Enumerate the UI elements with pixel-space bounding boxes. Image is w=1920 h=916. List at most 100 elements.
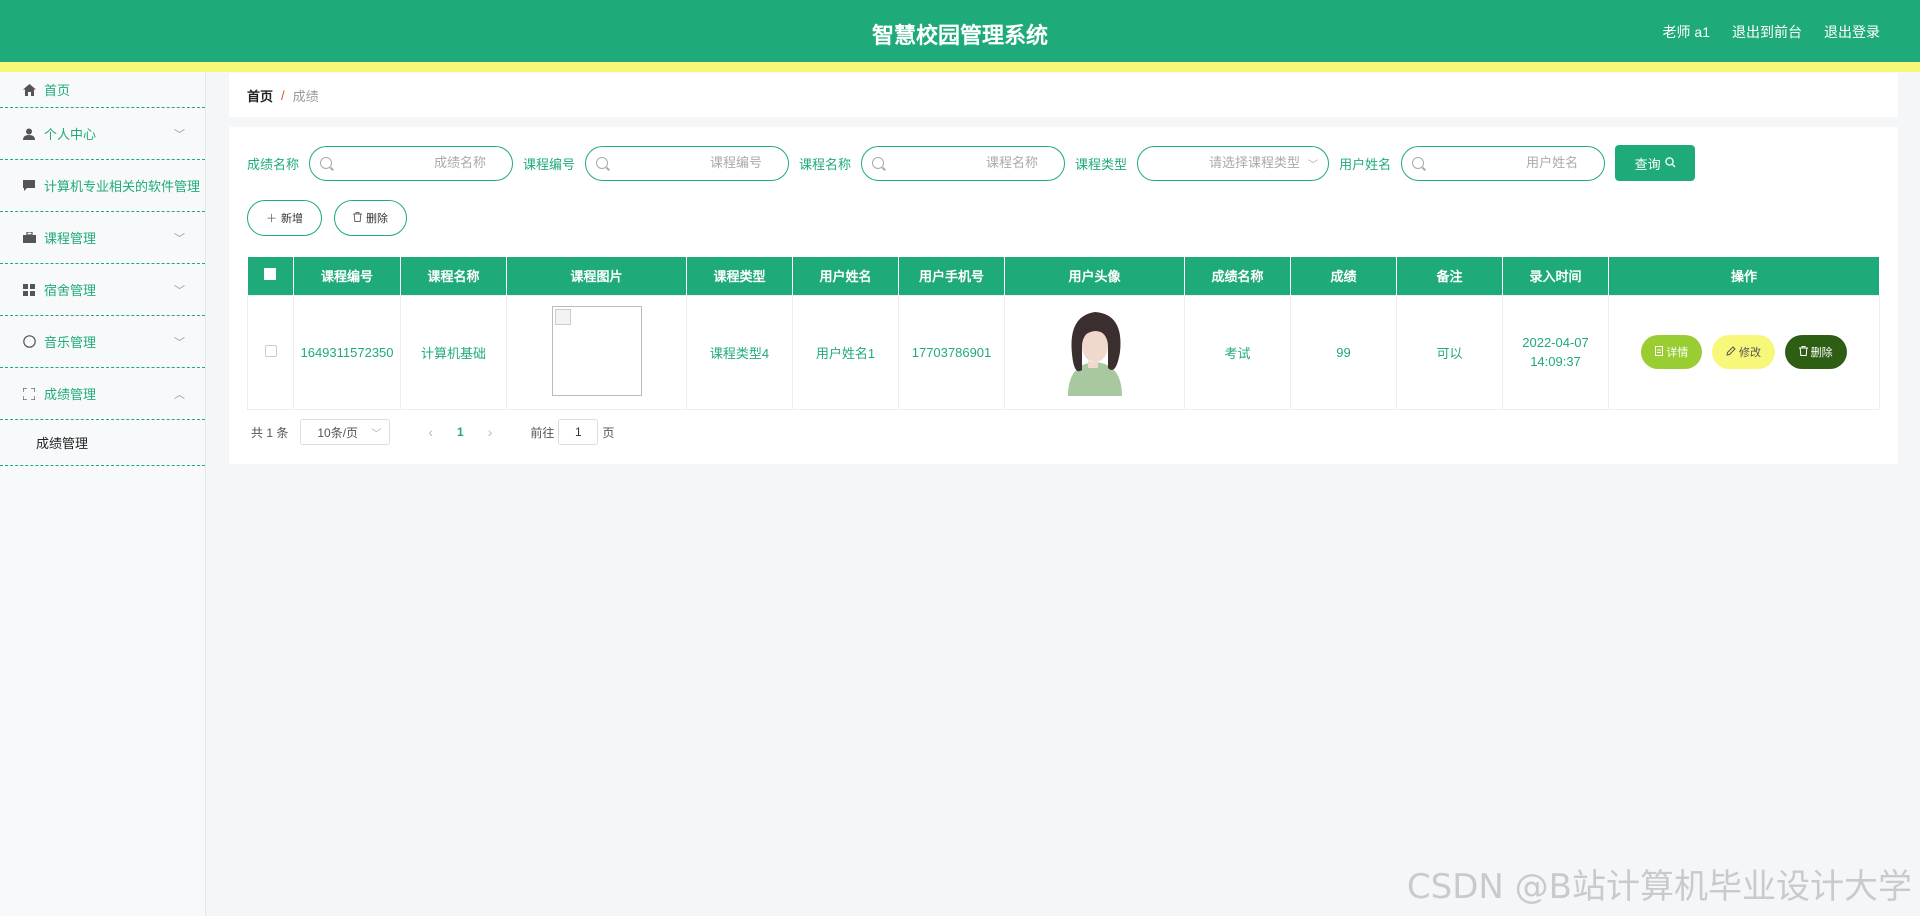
time-cell: 2022-04-07 14:09:37: [1502, 294, 1609, 410]
score-name-field[interactable]: [309, 145, 514, 181]
breadcrumb: 首页 / 成绩: [229, 73, 1898, 117]
sidebar-subitem-score-manage[interactable]: 成绩管理: [0, 420, 205, 466]
select-all-header[interactable]: [247, 257, 294, 295]
course-name-label: 课程名称: [799, 156, 852, 172]
watermark: CSDN @B站计算机毕业设计大学: [1406, 867, 1912, 907]
row-checkbox[interactable]: [264, 344, 277, 357]
sidebar-item-label: 成绩管理: [44, 387, 97, 402]
current-user-label: 老师 a1: [1662, 24, 1710, 40]
table-header: 课程图片: [506, 257, 687, 295]
top-header: 智慧校园管理系统 老师 a1 退出到前台 退出登录: [0, 0, 1920, 62]
search-icon: [872, 157, 885, 169]
prev-page-icon[interactable]: ‹: [428, 424, 433, 440]
detail-button[interactable]: 详情: [1641, 335, 1703, 369]
sidebar-item-course[interactable]: 课程管理 ﹀: [0, 212, 205, 264]
batch-delete-button[interactable]: 删除: [334, 200, 407, 236]
home-icon: [22, 83, 36, 97]
briefcase-icon: [22, 231, 36, 245]
course-name-cell: 计算机基础: [400, 294, 507, 410]
grid-icon: [22, 283, 36, 297]
score-name-label: 成绩名称: [247, 156, 300, 172]
goto-page-input[interactable]: [558, 419, 599, 445]
user-name-cell: 用户姓名1: [792, 294, 899, 410]
table-header: 用户头像: [1004, 257, 1185, 295]
score-table: 课程编号 课程名称 课程图片 课程类型 用户姓名 用户手机号 用户头像 成绩名称…: [247, 257, 1880, 410]
total-count: 共 1 条: [251, 425, 289, 440]
course-code-cell: 1649311572350: [293, 294, 401, 410]
select-all-checkbox[interactable]: [264, 268, 277, 281]
add-label: 新增: [281, 213, 303, 225]
sidebar: 首页 个人中心 ﹀ 计算机专业相关的软件管理 课程管理 ﹀ 宿舍管理 ﹀ 音乐管…: [0, 72, 206, 916]
table-header: 操作: [1608, 257, 1880, 295]
sidebar-item-label: 首页: [44, 83, 71, 98]
main-panel: 成绩名称 课程编号 课程名称 课程类型 ﹀ 用户姓名 查询: [229, 127, 1898, 464]
add-button[interactable]: ＋ 新增: [247, 200, 322, 236]
chevron-down-icon: ﹀: [174, 232, 185, 245]
score-name-cell: 考试: [1184, 294, 1291, 410]
sidebar-item-music[interactable]: 音乐管理 ﹀: [0, 316, 205, 368]
row-select-cell[interactable]: [247, 294, 294, 410]
row-delete-button[interactable]: 删除: [1784, 335, 1847, 369]
chevron-down-icon: ﹀: [371, 428, 382, 440]
query-label: 查询: [1634, 156, 1661, 172]
query-button[interactable]: 查询: [1615, 145, 1696, 181]
user-name-field[interactable]: [1401, 145, 1606, 181]
avatar-cell: [1004, 294, 1185, 410]
user-name-input[interactable]: [1468, 154, 1579, 170]
edit-button[interactable]: 修改: [1712, 335, 1775, 369]
breadcrumb-home[interactable]: 首页: [247, 86, 273, 105]
detail-label: 详情: [1666, 347, 1689, 359]
goto-label: 前往: [530, 425, 555, 440]
next-page-icon[interactable]: ›: [488, 424, 493, 440]
sidebar-item-label: 音乐管理: [44, 335, 97, 350]
table-header: 录入时间: [1502, 257, 1609, 295]
search-icon: [596, 157, 609, 169]
sidebar-item-label: 计算机专业相关的软件管理: [44, 179, 201, 194]
table-header: 课程名称: [400, 257, 507, 295]
logout-link[interactable]: 退出登录: [1824, 22, 1880, 42]
course-type-label: 课程类型: [1075, 156, 1128, 172]
chat-icon: [22, 179, 36, 193]
chevron-down-icon: ﹀: [174, 336, 185, 349]
fullscreen-icon: [22, 387, 36, 401]
page-size-select[interactable]: 10条/页 ﹀: [300, 419, 391, 445]
course-image-broken: [551, 305, 642, 396]
course-code-label: 课程编号: [523, 156, 576, 172]
course-image-cell: [506, 294, 687, 410]
header-links: 老师 a1 退出到前台 退出登录: [1663, 22, 1880, 42]
course-name-field[interactable]: [861, 145, 1066, 181]
user-name-label: 用户姓名: [1339, 156, 1392, 172]
delete-label: 删除: [366, 213, 388, 225]
row-delete-label: 删除: [1810, 347, 1833, 359]
search-icon: [1664, 156, 1676, 171]
page-number[interactable]: 1: [457, 425, 464, 439]
table-header: 课程编号: [293, 257, 401, 295]
breadcrumb-current: 成绩: [292, 88, 319, 104]
sidebar-item-personal[interactable]: 个人中心 ﹀: [0, 108, 205, 160]
compass-icon: [22, 335, 36, 349]
phone-cell: 17703786901: [898, 294, 1005, 410]
sidebar-item-home[interactable]: 首页: [0, 72, 205, 108]
search-icon: [1412, 157, 1425, 169]
sidebar-item-dorm[interactable]: 宿舍管理 ﹀: [0, 264, 205, 316]
course-code-field[interactable]: [585, 145, 790, 181]
table-row: 1649311572350 计算机基础 课程类型4 用户姓名1 17703786…: [247, 294, 1880, 410]
course-type-input[interactable]: [1170, 154, 1301, 170]
table-header: 用户姓名: [792, 257, 899, 295]
chevron-down-icon: ﹀: [174, 284, 185, 297]
course-type-cell: 课程类型4: [686, 294, 793, 410]
table-header: 用户手机号: [898, 257, 1005, 295]
sidebar-item-score[interactable]: 成绩管理 ︿: [0, 368, 205, 420]
score-name-input[interactable]: [376, 154, 487, 170]
remark-cell: 可以: [1396, 294, 1503, 410]
sidebar-item-software[interactable]: 计算机专业相关的软件管理: [0, 160, 205, 212]
exit-to-front-link[interactable]: 退出到前台: [1732, 22, 1802, 42]
app-title: 智慧校园管理系统: [871, 23, 1048, 48]
sidebar-item-label: 课程管理: [44, 231, 97, 246]
table-header: 备注: [1396, 257, 1503, 295]
course-name-input[interactable]: [928, 154, 1039, 170]
document-icon: [1655, 345, 1664, 359]
course-type-select[interactable]: ﹀: [1137, 145, 1330, 181]
course-code-input[interactable]: [652, 154, 763, 170]
table-header: 成绩: [1290, 257, 1397, 295]
